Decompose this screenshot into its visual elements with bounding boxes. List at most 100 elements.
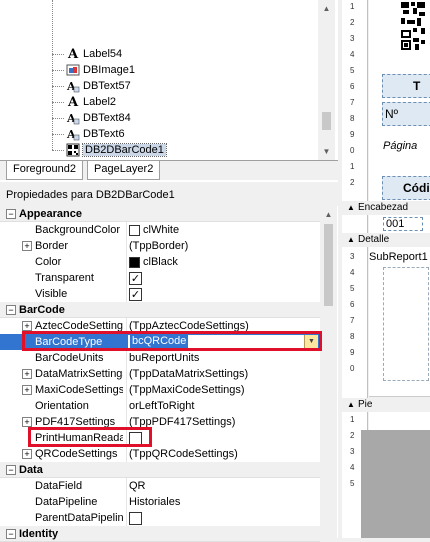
prop-value[interactable]: Historiales <box>129 496 319 508</box>
tree-item-dbtext6[interactable]: A DBText6 <box>66 126 125 142</box>
tree-item-label: Label54 <box>83 48 123 60</box>
prop-value[interactable]: buReportUnits <box>129 352 319 364</box>
label-numero-box[interactable]: Nº <box>382 102 430 126</box>
prop-name: Visible <box>35 288 68 300</box>
encabezado-value-box[interactable]: 001 <box>383 217 423 231</box>
property-grid: − Appearance BackgroundColor clWhite + B… <box>0 206 338 542</box>
ruler-tick: 5 <box>350 284 355 293</box>
category-data[interactable]: − Data <box>0 462 320 478</box>
visible-checkbox[interactable]: ✓ <box>129 287 142 301</box>
pie-band-area[interactable] <box>369 412 430 430</box>
qr-code-image[interactable] <box>399 0 427 54</box>
tab-foreground2[interactable]: Foreground2 <box>6 161 83 180</box>
layer-tabs: Foreground2 PageLayer2 <box>0 160 338 180</box>
expand-icon[interactable]: + <box>22 449 32 459</box>
subreport-label[interactable]: SubReport1 <box>369 251 428 263</box>
prop-name: ParentDataPipeline <box>35 512 123 524</box>
tree-item-dbimage1[interactable]: DBImage1 <box>66 62 135 78</box>
category-identity[interactable]: − Identity <box>0 526 320 542</box>
tree-item-label: DBImage1 <box>83 64 135 76</box>
tree-line <box>52 86 64 87</box>
prop-background-color[interactable]: BackgroundColor clWhite <box>0 222 320 238</box>
encabezado-band-area[interactable]: 001 <box>369 215 430 233</box>
scroll-up-icon[interactable]: ▲ <box>320 206 337 223</box>
tree-scrollbar[interactable]: ▲ ▼ <box>318 0 335 160</box>
ruler-tick: 7 <box>350 316 355 325</box>
collapse-icon[interactable]: − <box>6 208 16 219</box>
tree-item-label54[interactable]: A Label54 <box>66 46 122 62</box>
tree-item-db2dbarcode1[interactable]: DB2DBarCode1 <box>66 142 167 158</box>
prop-value[interactable]: (TppMaxiCodeSettings) <box>129 384 319 396</box>
prop-maxicode-settings[interactable]: + MaxiCodeSettings (TppMaxiCodeSettings) <box>0 382 320 398</box>
expand-icon[interactable]: + <box>22 321 32 331</box>
expand-icon[interactable]: + <box>22 241 32 251</box>
label-codigo-box[interactable]: Códi <box>382 176 430 200</box>
grid-scrollbar[interactable]: ▲ <box>320 206 337 538</box>
prop-value[interactable]: (TppDataMatrixSettings) <box>129 368 319 380</box>
band-pie[interactable]: ▲ Pie <box>342 398 430 412</box>
highlight-box-barcode-type <box>22 331 322 351</box>
ruler-tick: 9 <box>350 130 355 139</box>
scroll-thumb[interactable] <box>324 224 333 306</box>
tree-item-label: DBText57 <box>83 80 131 92</box>
parent-pipeline-checkbox[interactable] <box>129 511 142 525</box>
expand-icon[interactable]: + <box>22 385 32 395</box>
label-t-box[interactable]: T <box>382 74 430 98</box>
prop-name: Orientation <box>35 400 89 412</box>
subreport-box[interactable] <box>383 267 429 381</box>
prop-value[interactable]: QR <box>129 480 319 492</box>
tab-pagelayer2[interactable]: PageLayer2 <box>87 161 161 180</box>
band-detalle[interactable]: ▲ Detalle <box>342 233 430 247</box>
band-encabezado[interactable]: ▲ Encabezad <box>342 201 430 215</box>
ruler-tick: 6 <box>350 300 355 309</box>
prop-transparent[interactable]: Transparent ✓ <box>0 270 320 286</box>
expand-icon[interactable]: + <box>22 417 32 427</box>
ruler-tick: 4 <box>350 268 355 277</box>
prop-barcode-units[interactable]: BarCodeUnits buReportUnits <box>0 350 320 366</box>
ruler-tick: 4 <box>350 463 355 472</box>
ruler-tick: 5 <box>350 479 355 488</box>
box-text: Nº <box>385 107 399 121</box>
expand-icon[interactable]: + <box>22 369 32 379</box>
tree-item-dbtext57[interactable]: A DBText57 <box>66 78 131 94</box>
box-text: T <box>413 79 421 93</box>
tree-line <box>52 134 64 135</box>
collapse-icon[interactable]: − <box>6 528 16 539</box>
prop-qrcode-settings[interactable]: + QRCodeSettings (TppQRCodeSettings) <box>0 446 320 462</box>
report-tree[interactable]: A Label54 DBImage1 A DBText57 A Label2 A… <box>0 0 338 160</box>
box-text: Códi <box>403 181 430 195</box>
tree-item-label2[interactable]: A Label2 <box>66 94 116 110</box>
tree-item-label: DBText84 <box>83 112 131 124</box>
prop-orientation[interactable]: Orientation orLeftToRight <box>0 398 320 414</box>
pagina-label[interactable]: Página <box>383 140 417 152</box>
prop-color[interactable]: Color clBlack <box>0 254 320 270</box>
tree-item-dbtext84[interactable]: A DBText84 <box>66 110 131 126</box>
prop-value[interactable]: (TppQRCodeSettings) <box>129 448 319 460</box>
prop-visible[interactable]: Visible ✓ <box>0 286 320 302</box>
scroll-down-icon[interactable]: ▼ <box>318 143 335 160</box>
prop-value[interactable]: clWhite <box>129 224 319 236</box>
prop-data-field[interactable]: DataField QR <box>0 478 320 494</box>
collapse-icon[interactable]: − <box>6 304 16 315</box>
prop-value[interactable]: orLeftToRight <box>129 400 319 412</box>
category-label: Appearance <box>19 207 82 220</box>
category-barcode[interactable]: − BarCode <box>0 302 320 318</box>
detalle-band-area[interactable]: SubReport1 <box>369 247 430 397</box>
scroll-thumb[interactable] <box>322 112 331 130</box>
transparent-checkbox[interactable]: ✓ <box>129 271 142 285</box>
collapse-icon[interactable]: − <box>6 464 16 475</box>
scroll-up-icon[interactable]: ▲ <box>318 0 335 17</box>
ruler-tick: 2 <box>350 178 355 187</box>
prop-value[interactable]: (TppBorder) <box>129 240 319 252</box>
prop-border[interactable]: + Border (TppBorder) <box>0 238 320 254</box>
ruler-tick: 9 <box>350 348 355 357</box>
ruler-tick: 2 <box>350 431 355 440</box>
ruler-tick: 1 <box>350 162 355 171</box>
prop-datamatrix-settings[interactable]: + DataMatrixSettings (TppDataMatrixSetti… <box>0 366 320 382</box>
prop-data-pipeline[interactable]: DataPipeline Historiales <box>0 494 320 510</box>
category-appearance[interactable]: − Appearance <box>0 206 320 222</box>
prop-value[interactable]: (TppPDF417Settings) <box>129 416 319 428</box>
barcode-icon <box>66 143 80 157</box>
prop-value[interactable]: clBlack <box>129 256 319 268</box>
prop-parent-data-pipeline[interactable]: ParentDataPipeline <box>0 510 320 526</box>
